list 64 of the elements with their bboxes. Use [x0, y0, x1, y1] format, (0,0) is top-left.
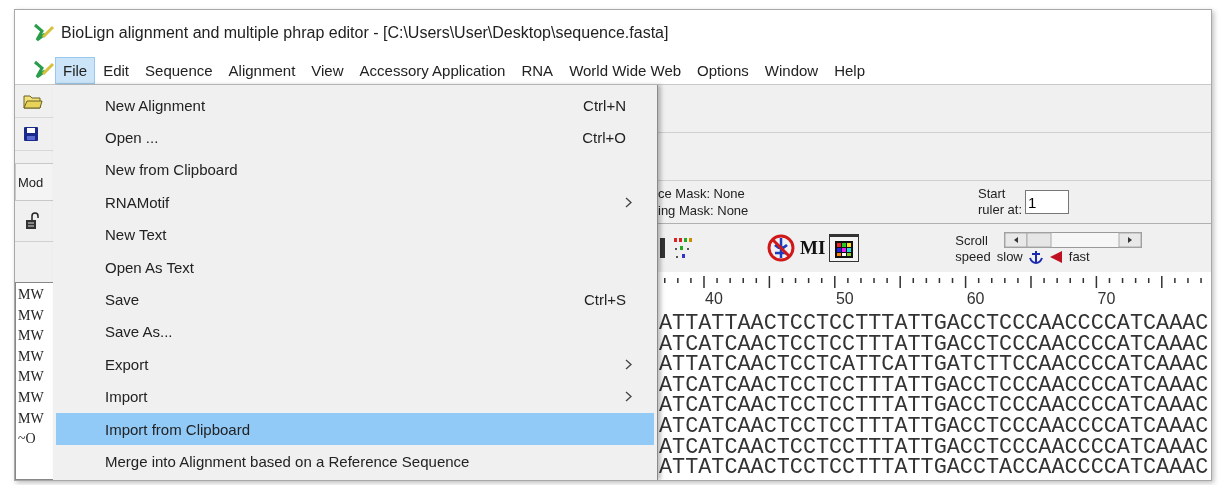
sequence-row-text: ATCATCAACTCCTCCTTTATTGACCTCCCAACCCCATCAAAC [658, 437, 1210, 459]
coloring-mask-label: ing Mask: None [658, 202, 750, 219]
menu-item[interactable]: RNAMotif [56, 186, 654, 219]
prohibited-icon[interactable] [766, 233, 796, 263]
menu-bar-item[interactable]: Sequence [137, 56, 221, 84]
mode-label: Mod [15, 163, 53, 201]
sequence-name[interactable]: MW [16, 387, 53, 409]
ruler-at-label: ruler at: [978, 202, 1023, 218]
lock-icon[interactable] [25, 212, 39, 230]
sequence-row-text: ATTATTAACTCCTCCTTTATTGACCTCCCAACCCCATCAAAC [658, 314, 1210, 335]
sequence-mask-label: ce Mask: None [658, 185, 746, 202]
sequence-row-text: ATCATCAACTCCTCCTTTATTGACCTCCCAACCCCATCAAAC [658, 334, 1210, 356]
menu-item[interactable]: Save As... [56, 315, 654, 349]
menu-bar-item[interactable]: World Wide Web [561, 56, 690, 84]
sequence-name[interactable]: MW [16, 346, 53, 368]
sequence-name[interactable]: MW [16, 408, 53, 430]
menu-item[interactable]: Import [56, 380, 654, 413]
menu-bar-item[interactable]: RNA [513, 56, 562, 84]
app-logo-icon [33, 23, 55, 43]
menu-item[interactable]: Merge into Alignment based on a Reference Sequence [56, 445, 654, 478]
ruler-number: 40 [705, 290, 723, 308]
menu-item[interactable]: Open ... Ctrl+O [56, 121, 654, 154]
speed-scrollbar[interactable] [1003, 232, 1142, 248]
sequence-name[interactable]: MW [16, 326, 53, 347]
menu-bar-item[interactable]: File [55, 56, 96, 84]
ruler-number: 60 [966, 290, 985, 308]
menu-item[interactable]: New from Clipboard [56, 153, 654, 187]
menu-bar-item[interactable]: Window [756, 56, 827, 84]
start-label: Start [978, 186, 1007, 202]
sequence-row-text: ATTATCAACTCCTCATTCATTGATCTTCCAACCCCATCAAAC [658, 355, 1210, 376]
sequence-row-text: ATCATCAACTCCTCCTTTATTGACCTCCCAACCCCATCAAAC [658, 416, 1210, 438]
ruler-number: 50 [835, 290, 854, 308]
menu-bar-item[interactable]: Help [826, 56, 874, 84]
menu-item[interactable]: Import from Clipboard [56, 412, 654, 446]
menu-bar-item[interactable]: Accessory Application [351, 56, 514, 84]
mi-label[interactable]: MI [800, 237, 826, 259]
app-logo-icon[interactable] [33, 60, 55, 80]
sequence-row-text: ATCATCAACTCCTCCTTTATTGACCTCCCAACCCCATCAAAC [658, 375, 1210, 397]
menu-item[interactable]: New Alignment Ctrl+N [56, 89, 654, 122]
save-icon[interactable] [23, 126, 39, 142]
sequence-name[interactable]: MW [16, 367, 53, 388]
menu-bar-item[interactable]: Alignment [220, 56, 304, 84]
speed-label: speed [955, 249, 991, 264]
ruler-start-field[interactable]: 1 [1025, 190, 1070, 214]
slow-label: slow [996, 249, 1023, 264]
anchor-icon[interactable] [1028, 249, 1043, 264]
menu-item[interactable]: Open As Text [56, 250, 654, 284]
menu-bar-item[interactable]: Edit [95, 56, 138, 84]
menu-bar-item[interactable]: Options [689, 56, 757, 84]
fast-label: fast [1068, 249, 1090, 264]
menu-item[interactable]: Export [56, 348, 654, 381]
ruler-number: 70 [1097, 290, 1116, 308]
menu-item[interactable]: New Text [56, 218, 654, 251]
scroll-label: Scroll [955, 232, 988, 248]
sequence-name[interactable]: MW [16, 305, 53, 327]
folder-icon[interactable] [23, 93, 43, 109]
menu-item[interactable]: Save Ctrl+S [56, 283, 654, 316]
menu-bar-item[interactable]: View [303, 56, 352, 84]
sequence-row-text: ATCATCAACTCCTCCTTTATTGACCTCCCAACCCCATCAAAC [658, 396, 1210, 417]
sequence-name[interactable]: MW [16, 285, 53, 306]
sequence-name[interactable]: ~O [16, 429, 53, 450]
color-grid-icon[interactable] [829, 234, 860, 262]
sequence-row-text: ATTATCAACTCCTCCTTTATTGACCTACCAACCCCATCAAAC [658, 458, 1210, 479]
window-title: BioLign alignment and multiple phrap editor - [C:\Users\User\Desktop\sequence.fasta] [61, 24, 669, 42]
